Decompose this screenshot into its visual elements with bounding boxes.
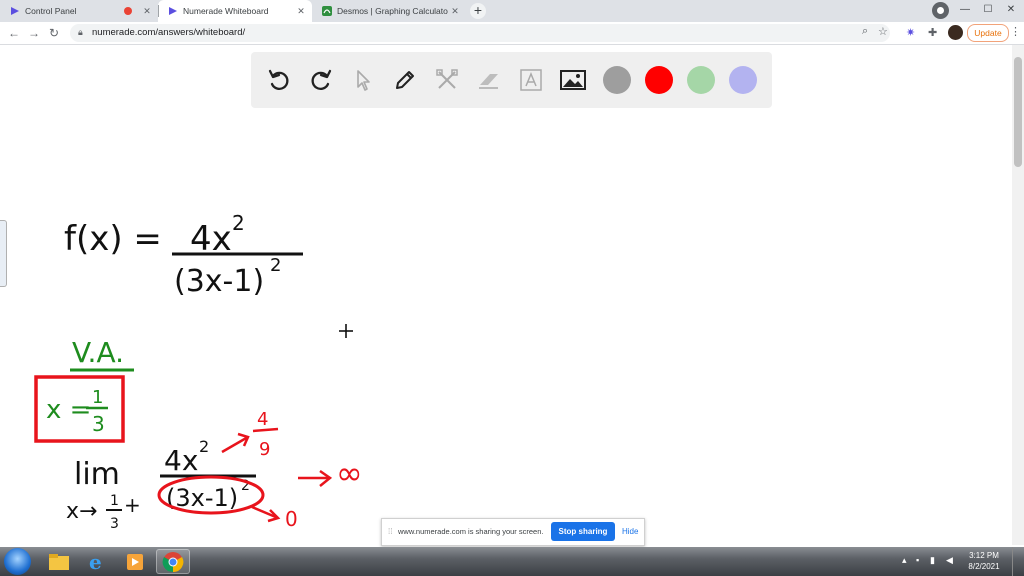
lim-subscript: x→ xyxy=(66,499,97,524)
stop-sharing-button[interactable]: Stop sharing xyxy=(551,522,615,541)
svg-text:e: e xyxy=(89,551,102,573)
lim-sub-fraction-den: 3 xyxy=(110,516,119,532)
show-desktop-button[interactable] xyxy=(1012,547,1024,576)
lim-numerator: 4x xyxy=(164,444,198,477)
tray-expand-icon[interactable]: ▴ xyxy=(902,555,907,566)
denominator-limit: 0 xyxy=(285,507,298,531)
clock[interactable]: 3:12 PM 8/2/2021 xyxy=(964,550,1004,572)
clock-date: 8/2/2021 xyxy=(968,562,1000,571)
denominator: (3x-1) xyxy=(174,264,264,299)
numerator-limit-num: 4 xyxy=(257,409,268,430)
function-label: f(x) = xyxy=(64,219,162,259)
media-player-icon[interactable] xyxy=(118,549,152,574)
va-fraction-num: 1 xyxy=(92,387,103,408)
lim-numerator-exponent: 2 xyxy=(199,437,209,456)
clock-time: 3:12 PM xyxy=(969,551,999,560)
internet-explorer-icon[interactable]: e xyxy=(80,549,114,574)
drag-handle-icon[interactable]: ⁞⁞ xyxy=(388,527,392,536)
vertical-scrollbar[interactable] xyxy=(1012,45,1024,545)
volume-icon[interactable]: ◀︎ xyxy=(946,555,953,566)
share-notice-text: www.numerade.com is sharing your screen. xyxy=(398,527,544,536)
lim-sub-fraction-num: 1 xyxy=(110,493,119,509)
numerator-limit-den: 9 xyxy=(259,439,270,460)
limit-result: ∞ xyxy=(336,454,363,492)
lim-sub-sign: + xyxy=(124,493,141,517)
tray-app-icon[interactable]: ▪ xyxy=(916,555,919,565)
lim-text: lim xyxy=(74,457,120,492)
numerator-exponent: 2 xyxy=(232,211,245,235)
side-panel-tab[interactable] xyxy=(0,220,7,287)
va-fraction-den: 3 xyxy=(92,412,105,436)
hide-button[interactable]: Hide xyxy=(622,527,638,536)
screen-share-bar: ⁞⁞ www.numerade.com is sharing your scre… xyxy=(381,518,645,546)
va-heading: V.A. xyxy=(72,336,124,369)
chrome-icon[interactable] xyxy=(156,549,190,574)
denominator-exponent: 2 xyxy=(270,255,281,276)
scrollbar-thumb[interactable] xyxy=(1014,57,1022,167)
file-explorer-icon[interactable] xyxy=(42,549,76,574)
whiteboard-canvas[interactable]: f(x) = 4x 2 (3x-1) 2 V.A. x = 1 3 lim x→… xyxy=(0,0,1024,576)
start-button[interactable] xyxy=(4,548,31,575)
va-x: x = xyxy=(46,395,91,425)
taskbar: e ▴ ▪ ▮ ◀︎ 3:12 PM 8/2/2021 xyxy=(0,547,1024,576)
network-icon[interactable]: ▮ xyxy=(930,555,935,566)
